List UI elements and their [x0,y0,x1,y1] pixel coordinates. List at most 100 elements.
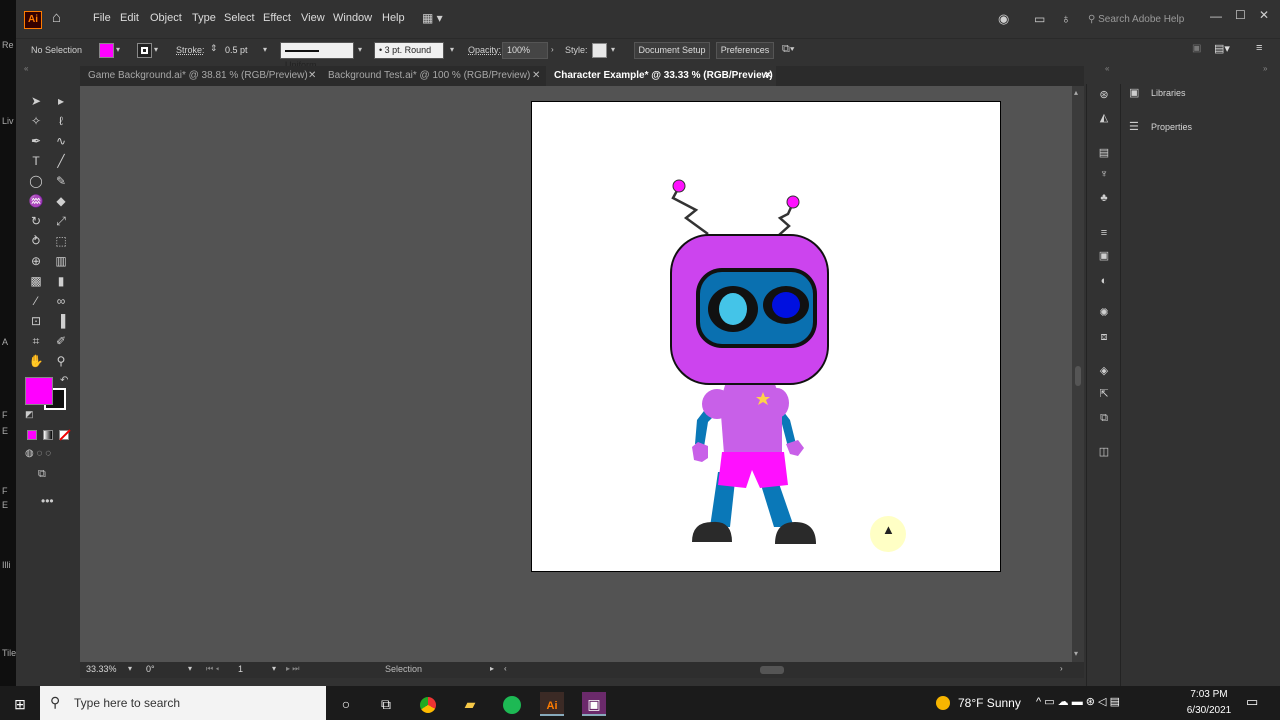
close-tab-icon[interactable]: ✕ [764,66,772,86]
color-mode-icon[interactable] [27,430,37,440]
brushes-icon[interactable]: ♆ [1096,167,1112,181]
pen-tool-icon[interactable]: ✒ [26,132,46,150]
document-setup-button[interactable]: Document Setup [634,42,710,59]
appearance-icon[interactable]: ✺ [1096,306,1112,320]
file-explorer-icon[interactable]: ▰ [458,692,482,716]
blend-tool-icon[interactable]: ∞ [51,292,71,310]
notifications-icon[interactable]: ▭ [1246,694,1258,710]
artboard-number[interactable]: 1 [238,664,243,674]
scroll-right-icon[interactable]: › [1060,664,1063,673]
home-icon[interactable]: ⌂ [52,9,61,26]
lasso-tool-icon[interactable]: ℓ [51,112,71,130]
draw-mode-icon[interactable]: ◍ ◌ ◌ [25,448,51,459]
libraries-icon[interactable]: ◭ [1096,111,1112,125]
warp-tool-icon[interactable]: ⥁ [26,232,46,250]
properties-panel-tab[interactable]: ☰ Properties [1121,118,1280,140]
weather-text[interactable]: 78°F Sunny [958,696,1021,710]
screen-recorder-icon[interactable]: ▣ [582,692,606,716]
artboards-icon[interactable]: ⧉ [1096,411,1112,425]
close-tab-icon[interactable]: ✕ [532,66,540,86]
arrange-documents-icon[interactable]: ▦ ▾ [422,11,443,25]
type-tool-icon[interactable]: T [26,152,46,170]
scroll-left-icon[interactable]: ‹ [504,664,507,673]
menu-edit[interactable]: Edit [120,12,139,24]
clock-date[interactable]: 6/30/2021 [1184,705,1234,716]
vertical-scrollbar[interactable]: ▴ ▾ [1072,86,1084,662]
illustrator-taskbar-icon[interactable]: Ai [540,692,564,716]
menu-select[interactable]: Select [224,12,255,24]
chevron-down-icon[interactable]: ▾ [116,45,120,54]
shaper-tool-icon[interactable]: ♒ [26,192,46,210]
fill-color-box[interactable] [25,377,53,405]
cortana-icon[interactable]: ○ [334,692,358,716]
eyedropper-tool-icon[interactable]: ⁄ [26,292,46,310]
clock-time[interactable]: 7:03 PM [1188,689,1230,700]
task-view-icon[interactable]: ⧉ [374,692,398,716]
menu-file[interactable]: File [93,12,111,24]
chevron-down-icon[interactable]: ▾ [263,45,267,54]
collapse-icon[interactable]: « [24,64,28,73]
more-tools-icon[interactable]: ••• [41,494,54,508]
direct-selection-tool-icon[interactable]: ▸ [51,92,71,110]
menu-effect[interactable]: Effect [263,12,291,24]
opacity-input[interactable]: 100% [502,42,548,59]
rotate-tool-icon[interactable]: ↻ [26,212,46,230]
gradient-tool-icon[interactable]: ▮ [51,272,71,290]
swap-colors-icon[interactable]: ↶ [60,375,68,386]
chevron-right-icon[interactable]: › [551,45,554,54]
next-artboard-icon[interactable]: ▸ ⏭ [286,664,299,674]
arrange-icon[interactable]: ⧉▾ [782,43,794,56]
zoom-level[interactable]: 33.33% [86,664,117,674]
collapse-icon[interactable]: « [1105,64,1109,73]
stepper-icon[interactable]: ⇕ [210,43,218,54]
curvature-tool-icon[interactable]: ∿ [51,132,71,150]
taskbar-search-box[interactable]: ⚲ Type here to search [40,686,326,720]
stroke-panel-icon[interactable]: ≡ [1096,226,1112,240]
scroll-down-icon[interactable]: ▾ [1074,649,1078,658]
gradient-mode-icon[interactable] [43,430,53,440]
paintbrush-tool-icon[interactable]: ✎ [51,172,71,190]
chevron-down-icon[interactable]: ▾ [188,664,192,673]
symbol-sprayer-tool-icon[interactable]: ⊡ [26,312,46,330]
menu-object[interactable]: Object [150,12,182,24]
libraries-panel-tab[interactable]: ▣ Libraries [1121,84,1280,106]
tab-background-test[interactable]: Background Test.ai* @ 100 % (RGB/Preview… [320,66,545,86]
rotation-value[interactable]: 0° [146,664,155,674]
expand-icon[interactable]: » [1263,64,1267,73]
menu-type[interactable]: Type [192,12,216,24]
hamburger-icon[interactable]: ≡ [1256,42,1262,54]
default-colors-icon[interactable]: ◩ [25,409,34,420]
h-scroll-thumb[interactable] [760,666,784,674]
magic-wand-tool-icon[interactable]: ✧ [26,112,46,130]
free-transform-tool-icon[interactable]: ⬚ [51,232,71,250]
scale-tool-icon[interactable]: ⤢ [51,212,71,230]
style-swatch[interactable] [592,43,607,58]
brush-definition[interactable]: • 3 pt. Round [374,42,444,59]
opacity-label[interactable]: Opacity: [468,45,501,55]
pathfinder-icon[interactable]: ◫ [1096,445,1112,459]
perspective-grid-tool-icon[interactable]: ▥ [51,252,71,270]
chevron-down-icon[interactable]: ▾ [128,664,132,673]
variable-width-profile[interactable]: Uniform [280,42,354,70]
swatches-icon[interactable]: ▤ [1096,146,1112,160]
maximize-icon[interactable]: ☐ [1235,8,1246,22]
close-tab-icon[interactable]: ✕ [308,66,316,86]
export-icon[interactable]: ⇱ [1096,387,1112,401]
fill-swatch[interactable] [99,43,114,58]
transparency-icon[interactable]: ◐ [1096,274,1112,288]
column-graph-tool-icon[interactable]: ▐ [51,312,71,330]
selection-tool-icon[interactable]: ➤ [26,92,46,110]
user-icon[interactable]: ◉ [998,11,1009,27]
panel-menu-icon[interactable]: ▤▾ [1214,42,1230,55]
graphic-styles-icon[interactable]: ⧈ [1096,330,1112,344]
search-input[interactable]: ⚲ Search Adobe Help [1088,11,1198,29]
first-artboard-icon[interactable]: ⏮ ◂ [206,664,219,674]
shape-builder-tool-icon[interactable]: ⊕ [26,252,46,270]
slice-tool-icon[interactable]: ✐ [51,332,71,350]
robot-character-illustration[interactable] [532,102,1002,573]
line-tool-icon[interactable]: ╱ [51,152,71,170]
stroke-swatch[interactable] [137,43,152,58]
preferences-button[interactable]: Preferences [716,42,774,59]
gradient-panel-icon[interactable]: ▣ [1096,249,1112,263]
mesh-tool-icon[interactable]: ▩ [26,272,46,290]
